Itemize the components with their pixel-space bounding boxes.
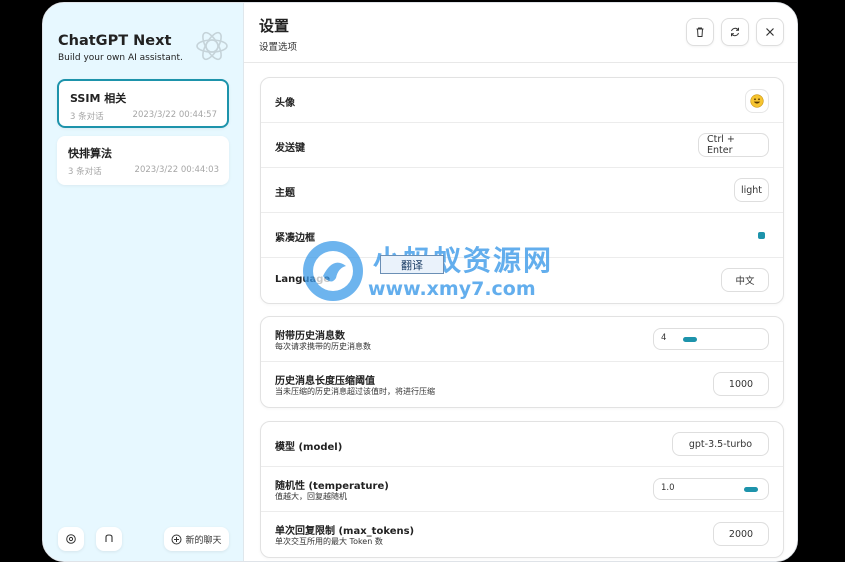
setting-row-temperature: 随机性 (temperature) 值越大，回复越随机 1.0 <box>261 467 783 512</box>
page-title: 设置 <box>259 17 290 35</box>
temperature-value: 1.0 <box>661 483 675 493</box>
theme-select[interactable]: light <box>734 178 769 202</box>
compact-border-checkbox[interactable] <box>758 232 765 239</box>
history-count-desc: 每次请求携带的历史消息数 <box>275 342 371 351</box>
avatar-label: 头像 <box>275 98 295 109</box>
theme-label: 主题 <box>275 188 295 199</box>
chat-date: 2023/3/22 00:44:57 <box>132 110 217 120</box>
translate-button[interactable]: 翻译 <box>380 255 444 274</box>
settings-header: 设置 设置选项 <box>244 3 797 63</box>
brand-title: ChatGPT Next <box>58 33 172 49</box>
brand-subtitle: Build your own AI assistant. <box>58 53 183 63</box>
sidebar: ChatGPT Next Build your own AI assistant… <box>43 3 244 561</box>
slider-thumb[interactable] <box>744 487 758 492</box>
send-key-label: 发送键 <box>275 143 305 154</box>
setting-row-language: Language 中文 <box>261 258 783 303</box>
max-tokens-input[interactable]: 2000 <box>713 522 769 546</box>
page-subtitle: 设置选项 <box>259 42 298 53</box>
slider-track <box>676 487 758 492</box>
compact-border-label: 紧凑边框 <box>275 233 315 244</box>
setting-row-theme: 主题 light <box>261 168 783 213</box>
gear-icon <box>66 534 76 544</box>
send-key-select[interactable]: Ctrl + Enter <box>698 133 769 157</box>
avatar-button[interactable] <box>745 89 769 113</box>
compress-threshold-input[interactable]: 1000 <box>713 372 769 396</box>
compress-threshold-label: 历史消息长度压缩阈值 <box>275 376 375 387</box>
settings-card-history: 附带历史消息数 每次请求携带的历史消息数 4 历史消息长度压缩阈值 当未压缩的历… <box>260 316 784 408</box>
temperature-desc: 值越大，回复越随机 <box>275 492 347 501</box>
history-count-label: 附带历史消息数 <box>275 331 345 342</box>
grinning-emoji-icon <box>750 94 764 108</box>
max-tokens-desc: 单次交互所用的最大 Token 数 <box>275 537 383 546</box>
trash-icon <box>696 27 704 37</box>
slider-thumb[interactable] <box>682 337 697 342</box>
github-icon <box>105 534 113 542</box>
setting-row-model: 模型 (model) gpt-3.5-turbo <box>261 422 783 467</box>
setting-row-send-key: 发送键 Ctrl + Enter <box>261 123 783 168</box>
chat-title: 快排算法 <box>68 147 112 160</box>
compress-threshold-desc: 当未压缩的历史消息超过该值时，将进行压缩 <box>275 387 435 396</box>
temperature-label: 随机性 (temperature) <box>275 481 389 492</box>
language-label: Language <box>275 274 331 285</box>
model-select[interactable]: gpt-3.5-turbo <box>672 432 769 456</box>
chat-date: 2023/3/22 00:44:03 <box>134 165 219 175</box>
settings-card-model: 模型 (model) gpt-3.5-turbo 随机性 (temperatur… <box>260 421 784 558</box>
app-window: ChatGPT Next Build your own AI assistant… <box>42 2 798 562</box>
history-count-slider[interactable]: 4 <box>653 328 769 350</box>
close-button[interactable] <box>756 18 784 46</box>
setting-row-compact: 紧凑边框 <box>261 213 783 258</box>
github-button[interactable] <box>96 527 122 551</box>
settings-panel: 设置 设置选项 头像 发送键 Ctrl + Enter 主题 light 紧凑边… <box>244 3 797 561</box>
chat-title: SSIM 相关 <box>70 92 127 105</box>
openai-logo-icon <box>196 31 228 61</box>
reset-button[interactable] <box>721 18 749 46</box>
reload-icon <box>731 27 739 37</box>
max-tokens-label: 单次回复限制 (max_tokens) <box>275 526 415 537</box>
new-chat-button[interactable]: 新的聊天 <box>164 527 229 551</box>
chat-count: 3 条对话 <box>68 167 102 177</box>
chat-item-quicksort[interactable]: 快排算法 3 条对话 2023/3/22 00:44:03 <box>57 136 229 185</box>
close-icon <box>766 28 774 36</box>
add-icon <box>171 534 182 544</box>
setting-row-compress: 历史消息长度压缩阈值 当未压缩的历史消息超过该值时，将进行压缩 1000 <box>261 362 783 407</box>
slider-track <box>676 337 758 342</box>
setting-row-history-count: 附带历史消息数 每次请求携带的历史消息数 4 <box>261 317 783 362</box>
chat-item-ssim[interactable]: SSIM 相关 3 条对话 2023/3/22 00:44:57 <box>57 79 229 128</box>
language-select[interactable]: 中文 <box>721 268 769 292</box>
settings-card-general: 头像 发送键 Ctrl + Enter 主题 light 紧凑边框 Langua… <box>260 77 784 304</box>
history-count-value: 4 <box>661 333 667 343</box>
setting-row-avatar: 头像 <box>261 78 783 123</box>
temperature-slider[interactable]: 1.0 <box>653 478 769 500</box>
model-label: 模型 (model) <box>275 442 343 453</box>
settings-button[interactable] <box>58 527 84 551</box>
chat-count: 3 条对话 <box>70 112 104 122</box>
setting-row-max-tokens: 单次回复限制 (max_tokens) 单次交互所用的最大 Token 数 20… <box>261 512 783 557</box>
clear-data-button[interactable] <box>686 18 714 46</box>
